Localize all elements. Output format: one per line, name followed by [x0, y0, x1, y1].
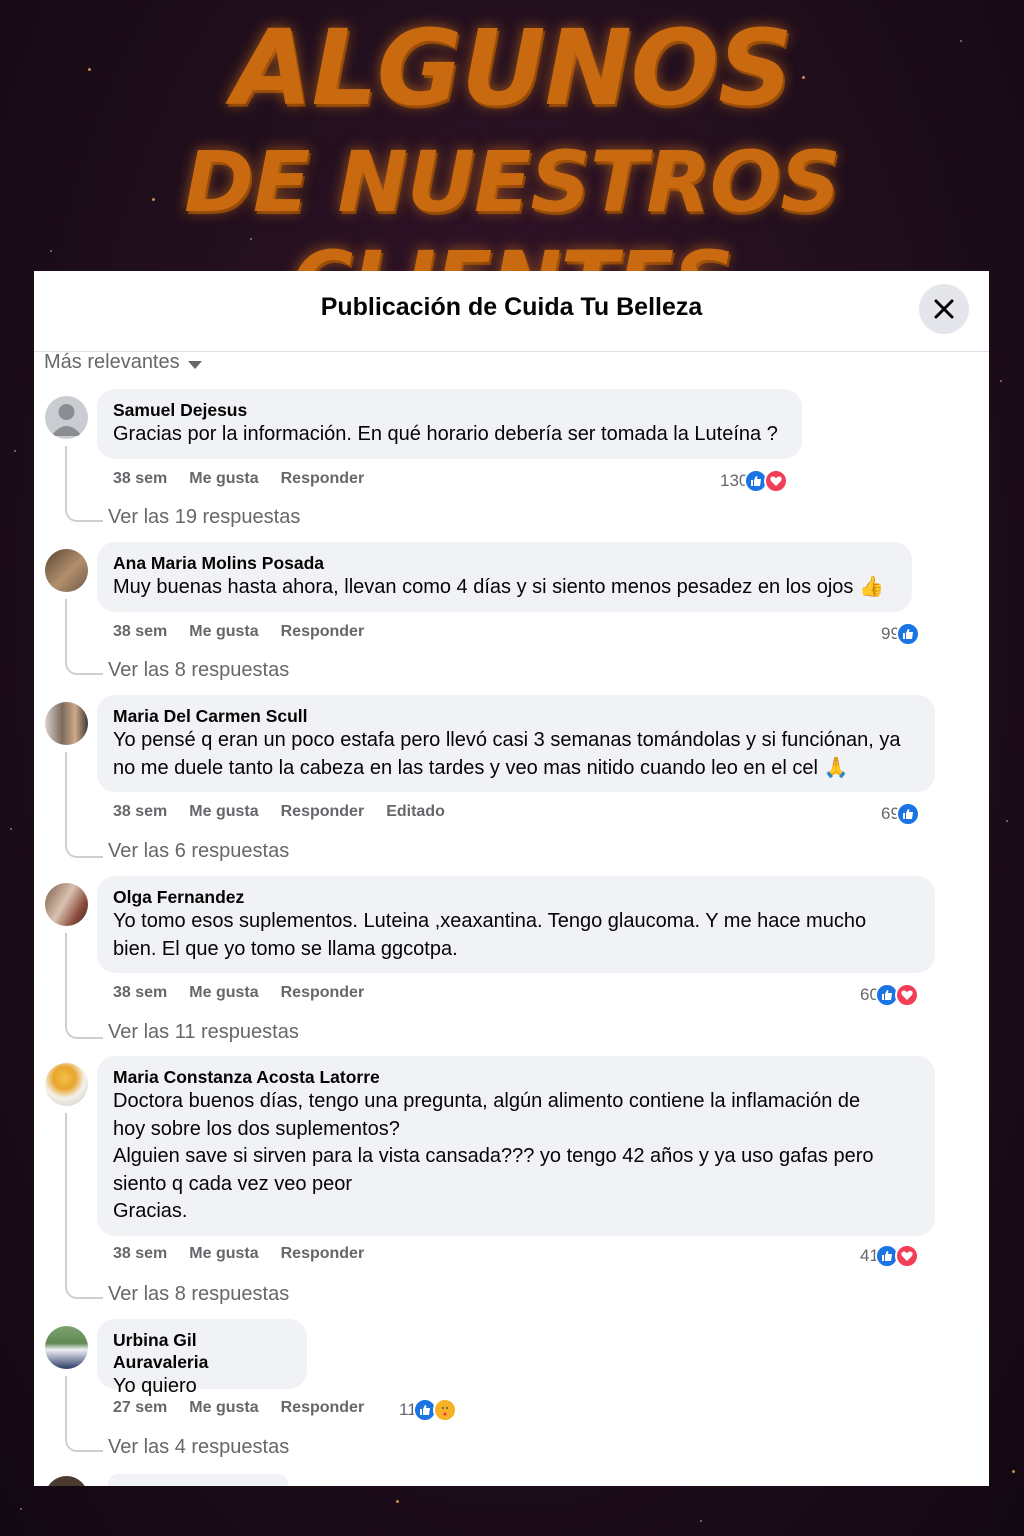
thread-line — [65, 1376, 103, 1452]
comment-author[interactable]: Urbina Gil Auravaleria — [113, 1329, 291, 1373]
reaction-summary[interactable]: 130 — [720, 468, 789, 494]
comment-bubble: Maria Constanza Acosta Latorre Doctora b… — [97, 1056, 935, 1236]
care-icon — [432, 1398, 457, 1422]
like-button[interactable]: Me gusta — [189, 1245, 258, 1263]
comment-text: Doctora buenos días, tengo una pregunta,… — [113, 1090, 874, 1222]
comment-text: Gracias por la información. En qué horar… — [113, 423, 778, 445]
comment-author[interactable]: Ana Maria Molins Posada — [113, 552, 896, 574]
dialog-header: Publicación de Cuida Tu Belleza — [34, 271, 989, 352]
close-button[interactable] — [919, 284, 969, 334]
comment-time[interactable]: 38 sem — [113, 623, 167, 641]
comment-bubble: Ana Maria Molins Posada Muy buenas hasta… — [97, 542, 912, 612]
comment-bubble: Olga Fernandez Yo tomo esos suplementos.… — [97, 876, 935, 973]
reply-button[interactable]: Responder — [281, 1399, 365, 1417]
reaction-summary[interactable]: 11 — [399, 1397, 457, 1423]
like-icon — [895, 802, 920, 826]
like-button[interactable]: Me gusta — [189, 984, 258, 1002]
comment-author[interactable]: Samuel Dejesus — [113, 399, 786, 421]
avatar[interactable] — [45, 702, 88, 745]
comment-time[interactable]: 38 sem — [113, 984, 167, 1002]
comment-time[interactable]: 38 sem — [113, 470, 167, 488]
thread-line — [65, 1113, 103, 1299]
love-icon — [894, 983, 919, 1007]
reply-button[interactable]: Responder — [281, 623, 365, 641]
thread-line — [65, 933, 103, 1039]
comment-text: Yo pensé q eran un poco estafa pero llev… — [113, 729, 901, 779]
like-button[interactable]: Me gusta — [189, 1399, 258, 1417]
comments-dialog: Publicación de Cuida Tu Belleza Más rele… — [34, 271, 989, 1486]
comment-author[interactable]: Maria Constanza Acosta Latorre — [113, 1066, 919, 1088]
default-avatar-icon — [51, 404, 82, 436]
view-replies-link[interactable]: Ver las 8 respuestas — [108, 659, 289, 682]
avatar[interactable] — [45, 883, 88, 926]
view-replies-link[interactable]: Ver las 8 respuestas — [108, 1283, 289, 1306]
comment-actions: 38 sem Me gusta Responder — [113, 984, 364, 1002]
comment-text: Yo tomo esos suplementos. Luteina ,xeaxa… — [113, 910, 867, 960]
edited-label: Editado — [386, 803, 445, 820]
caret-down-icon — [187, 360, 202, 369]
avatar[interactable] — [45, 1326, 88, 1369]
reaction-summary[interactable]: 41 — [860, 1243, 919, 1269]
comment-bubble: Samuel Dejesus Gracias por la informació… — [97, 389, 802, 459]
comment-text: Yo quiero — [113, 1375, 197, 1397]
dialog-title: Publicación de Cuida Tu Belleza — [320, 293, 703, 321]
comment-author[interactable]: Maria Del Carmen Scull — [113, 705, 919, 727]
close-icon — [934, 299, 954, 319]
like-icon — [895, 622, 920, 646]
comment-time[interactable]: 38 sem — [113, 1245, 167, 1263]
comment-bubble — [108, 1474, 288, 1486]
reaction-summary[interactable]: 99 — [881, 621, 920, 647]
view-replies-link[interactable]: Ver las 6 respuestas — [108, 840, 289, 863]
thread-line — [65, 752, 103, 858]
comment-time[interactable]: 27 sem — [113, 1399, 167, 1417]
like-button[interactable]: Me gusta — [189, 803, 258, 821]
view-replies-link[interactable]: Ver las 19 respuestas — [108, 506, 300, 529]
avatar[interactable] — [45, 396, 88, 439]
comment-time[interactable]: 38 sem — [113, 803, 167, 821]
comment-actions: 27 sem Me gusta Responder — [113, 1399, 364, 1417]
comment-text: Muy buenas hasta ahora, llevan como 4 dí… — [113, 576, 884, 598]
avatar[interactable] — [45, 549, 88, 592]
reaction-summary[interactable]: 60 — [860, 982, 919, 1008]
comment-author[interactable]: Olga Fernandez — [113, 886, 919, 908]
headline-line-1: ALGUNOS — [232, 7, 793, 129]
comment-actions: 38 sem Me gusta Responder — [113, 470, 364, 488]
thread-line — [65, 599, 103, 675]
view-replies-link[interactable]: Ver las 11 respuestas — [108, 1021, 299, 1044]
sort-dropdown[interactable]: Más relevantes — [44, 351, 202, 374]
reply-button[interactable]: Responder — [281, 1245, 365, 1263]
comment-bubble: Maria Del Carmen Scull Yo pensé q eran u… — [97, 695, 935, 792]
reply-button[interactable]: Responder — [281, 984, 365, 1002]
reply-button[interactable]: Responder — [281, 470, 365, 488]
thread-line — [65, 446, 103, 522]
reply-button[interactable]: Responder — [281, 803, 365, 821]
love-icon — [764, 469, 789, 493]
comment-actions: 38 sem Me gusta Responder Editado — [113, 803, 445, 821]
love-icon — [894, 1244, 919, 1268]
like-button[interactable]: Me gusta — [189, 623, 258, 641]
comment-actions: 38 sem Me gusta Responder — [113, 623, 364, 641]
view-replies-link[interactable]: Ver las 4 respuestas — [108, 1436, 289, 1459]
comment-actions: 38 sem Me gusta Responder — [113, 1245, 364, 1263]
comment-bubble: Urbina Gil Auravaleria Yo quiero — [97, 1319, 307, 1397]
avatar[interactable] — [45, 1476, 88, 1486]
reaction-summary[interactable]: 69 — [881, 801, 920, 827]
like-button[interactable]: Me gusta — [189, 470, 258, 488]
sort-label: Más relevantes — [44, 351, 180, 373]
avatar[interactable] — [45, 1063, 88, 1106]
